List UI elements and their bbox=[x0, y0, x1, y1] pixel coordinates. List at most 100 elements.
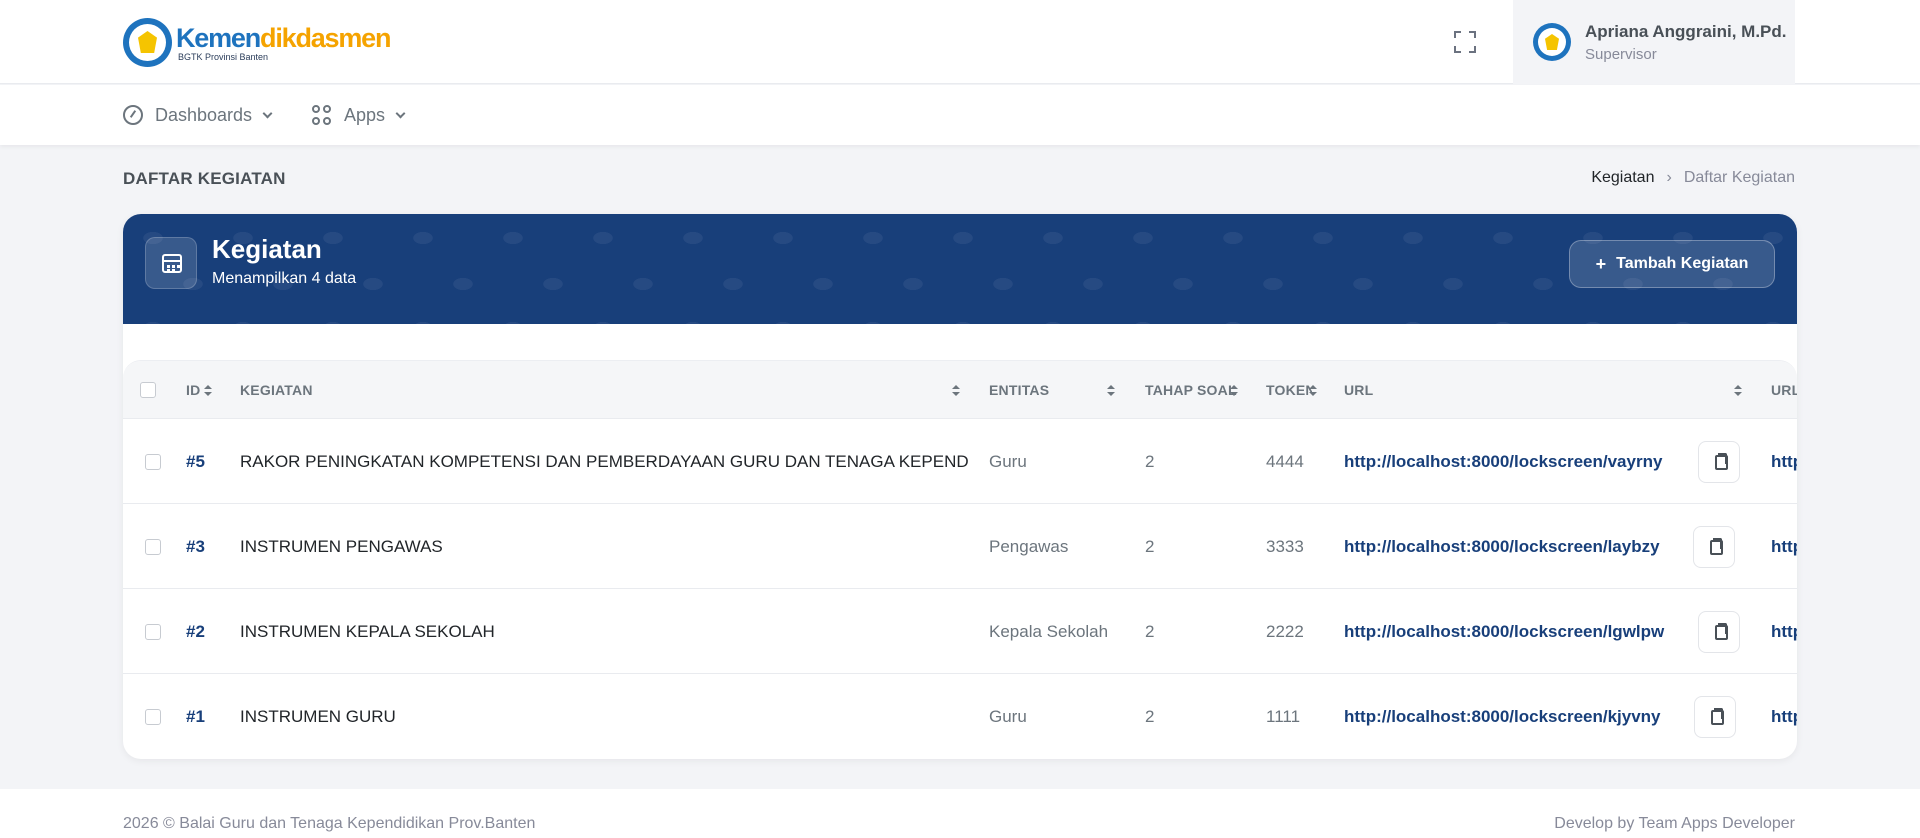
sort-icon[interactable] bbox=[1107, 385, 1115, 397]
brand-logo[interactable]: Kemendikdasmen BGTK Provinsi Banten bbox=[123, 18, 391, 67]
add-kegiatan-label: Tambah Kegiatan bbox=[1616, 255, 1749, 272]
row-url-link[interactable]: http://localhost:8000/lockscreen/laybzy bbox=[1344, 504, 1694, 589]
row-tahap-soal: 2 bbox=[1145, 451, 1155, 471]
select-all-checkbox[interactable] bbox=[140, 382, 156, 398]
user-name: Apriana Anggraini, M.Pd. bbox=[1585, 22, 1787, 41]
nav-dashboards[interactable]: Dashboards bbox=[123, 85, 273, 145]
col-header-id[interactable]: ID bbox=[186, 361, 200, 419]
col-header-url-label: URL bbox=[1344, 382, 1374, 398]
brand-name: Kemendikdasmen bbox=[176, 22, 391, 53]
row-url-2-link[interactable]: http://localhost:8000/ bbox=[1771, 674, 1797, 759]
row-url-link[interactable]: http://localhost:8000/lockscreen/vayrny bbox=[1344, 419, 1694, 504]
user-role: Supervisor bbox=[1585, 46, 1657, 63]
col-header-entitas-label: ENTITAS bbox=[989, 382, 1050, 398]
table-row[interactable]: #1 INSTRUMEN GURU Guru 2 1111 http://loc… bbox=[123, 674, 1797, 759]
breadcrumb: Kegiatan › Daftar Kegiatan bbox=[1591, 169, 1795, 187]
brand-subtitle: BGTK Provinsi Banten bbox=[178, 51, 269, 62]
row-token: 1111 bbox=[1266, 706, 1301, 726]
main-navbar: Dashboards Apps bbox=[0, 85, 1920, 145]
dashboard-gauge-icon bbox=[123, 105, 143, 125]
avatar bbox=[1533, 23, 1571, 61]
row-id: #1 bbox=[186, 706, 205, 726]
footer-credit: Develop by Team Apps Developer bbox=[1554, 815, 1795, 832]
row-entitas: Guru bbox=[989, 451, 1027, 471]
calendar-icon bbox=[145, 237, 197, 289]
copy-url-button[interactable] bbox=[1693, 526, 1735, 568]
row-token: 2222 bbox=[1266, 621, 1304, 641]
col-header-token[interactable]: TOKEN bbox=[1266, 361, 1312, 419]
page-title: DAFTAR KEGIATAN bbox=[123, 169, 286, 188]
copy-url-button[interactable] bbox=[1694, 696, 1736, 738]
sort-icon[interactable] bbox=[204, 385, 212, 397]
col-header-tahap-soal[interactable]: TAHAP SOAL bbox=[1145, 361, 1237, 419]
col-header-url-2[interactable]: URL bbox=[1771, 361, 1797, 419]
sort-icon[interactable] bbox=[1309, 385, 1317, 397]
plus-icon: + bbox=[1595, 253, 1607, 274]
row-url-2-link[interactable]: http://localhost:8000/ bbox=[1771, 589, 1797, 674]
row-kegiatan: INSTRUMEN GURU bbox=[240, 706, 396, 726]
row-id: #5 bbox=[186, 451, 205, 471]
footer-copyright: 2026 © Balai Guru dan Tenaga Kependidika… bbox=[123, 815, 536, 832]
col-header-entitas[interactable]: ENTITAS bbox=[989, 361, 1049, 419]
card-header: Kegiatan Menampilkan 4 data + Tambah Keg… bbox=[123, 214, 1797, 324]
row-id: #2 bbox=[186, 621, 205, 641]
row-url-link[interactable]: http://localhost:8000/lockscreen/lgwlpw bbox=[1344, 589, 1694, 674]
copy-url-button[interactable] bbox=[1698, 441, 1740, 483]
col-header-url[interactable]: URL bbox=[1344, 361, 1373, 419]
brand-text: Kemendikdasmen BGTK Provinsi Banten bbox=[176, 22, 391, 62]
page-footer: 2026 © Balai Guru dan Tenaga Kependidika… bbox=[0, 789, 1920, 838]
sort-icon[interactable] bbox=[1230, 385, 1238, 397]
col-header-kegiatan-label: KEGIATAN bbox=[240, 382, 313, 398]
row-tahap-soal: 2 bbox=[1145, 621, 1155, 641]
row-checkbox[interactable] bbox=[145, 454, 161, 470]
row-token: 3333 bbox=[1266, 536, 1304, 556]
add-kegiatan-button[interactable]: + Tambah Kegiatan bbox=[1569, 240, 1775, 288]
breadcrumb-current: Daftar Kegiatan bbox=[1683, 169, 1795, 186]
apps-grid-icon bbox=[312, 105, 332, 125]
sort-icon[interactable] bbox=[952, 385, 960, 397]
row-checkbox[interactable] bbox=[145, 539, 161, 555]
user-profile-dropdown[interactable]: Apriana Anggraini, M.Pd. Supervisor bbox=[1513, 0, 1795, 84]
row-url-link[interactable]: http://localhost:8000/lockscreen/kjyvny bbox=[1344, 674, 1694, 759]
row-kegiatan: INSTRUMEN PENGAWAS bbox=[240, 536, 443, 556]
nav-apps-label: Apps bbox=[344, 104, 386, 125]
brand-name-part1: Kemen bbox=[176, 22, 261, 53]
card-title: Kegiatan bbox=[212, 234, 322, 264]
kegiatan-card: Kegiatan Menampilkan 4 data + Tambah Keg… bbox=[123, 214, 1797, 759]
kegiatan-table: ID KEGIATAN ENTITAS TAHAP SOAL TOKEN URL… bbox=[123, 360, 1797, 759]
table-row[interactable]: #3 INSTRUMEN PENGAWAS Pengawas 2 3333 ht… bbox=[123, 504, 1797, 589]
card-subtitle: Menampilkan 4 data bbox=[212, 270, 357, 287]
row-kegiatan: INSTRUMEN KEPALA SEKOLAH bbox=[240, 621, 495, 641]
col-header-kegiatan[interactable]: KEGIATAN bbox=[240, 361, 313, 419]
row-url-2-link[interactable]: http://localhost:8000/ bbox=[1771, 419, 1797, 504]
row-entitas: Kepala Sekolah bbox=[989, 621, 1109, 641]
table-header: ID KEGIATAN ENTITAS TAHAP SOAL TOKEN URL… bbox=[123, 361, 1797, 419]
row-tahap-soal: 2 bbox=[1145, 706, 1155, 726]
nav-dashboards-label: Dashboards bbox=[155, 104, 253, 125]
fullscreen-icon[interactable] bbox=[1452, 29, 1478, 55]
row-id: #3 bbox=[186, 536, 205, 556]
table-row[interactable]: #5 RAKOR PENINGKATAN KOMPETENSI DAN PEMB… bbox=[123, 419, 1797, 504]
chevron-down-icon bbox=[262, 108, 273, 118]
breadcrumb-kegiatan[interactable]: Kegiatan bbox=[1591, 169, 1654, 187]
table-row[interactable]: #2 INSTRUMEN KEPALA SEKOLAH Kepala Sekol… bbox=[123, 589, 1797, 674]
sort-icon[interactable] bbox=[1734, 385, 1742, 397]
row-entitas: Guru bbox=[989, 706, 1027, 726]
row-kegiatan: RAKOR PENINGKATAN KOMPETENSI DAN PEMBERD… bbox=[240, 451, 970, 471]
col-header-url-2-label: URL bbox=[1771, 382, 1797, 398]
row-checkbox[interactable] bbox=[145, 624, 161, 640]
nav-apps[interactable]: Apps bbox=[312, 85, 406, 145]
row-url-2-link[interactable]: http://localhost:8000/ bbox=[1771, 504, 1797, 589]
chevron-right-icon: › bbox=[1666, 169, 1672, 186]
col-header-id-label: ID bbox=[186, 382, 201, 398]
chevron-down-icon bbox=[395, 108, 406, 118]
row-token: 4444 bbox=[1266, 451, 1304, 471]
row-entitas: Pengawas bbox=[989, 536, 1069, 556]
top-header: Kemendikdasmen BGTK Provinsi Banten Apri… bbox=[0, 0, 1920, 84]
copy-url-button[interactable] bbox=[1698, 611, 1740, 653]
row-checkbox[interactable] bbox=[145, 709, 161, 725]
kemendikdasmen-emblem-icon bbox=[123, 18, 172, 67]
brand-name-part2: dikdasmen bbox=[260, 22, 391, 53]
col-header-token-label: TOKEN bbox=[1266, 382, 1312, 398]
col-header-tahap-soal-label: TAHAP SOAL bbox=[1145, 382, 1237, 398]
